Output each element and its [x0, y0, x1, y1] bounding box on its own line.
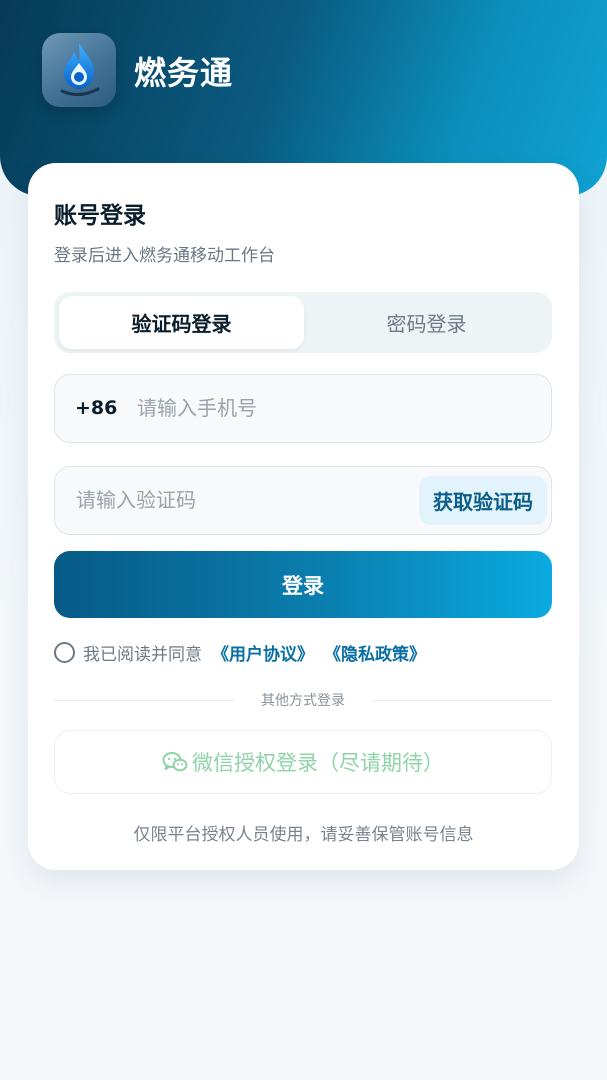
get-code-button[interactable]: 获取验证码 — [419, 476, 547, 525]
verification-code-input[interactable] — [76, 467, 396, 533]
user-agreement-link[interactable]: 《用户协议》 — [212, 640, 314, 665]
login-mode-tabs: 验证码登录 密码登录 — [54, 292, 552, 353]
phone-field: +86 — [54, 374, 552, 443]
card-subtitle: 登录后进入燃务通移动工作台 — [54, 246, 275, 266]
wechat-login-button[interactable]: 微信授权登录（尽请期待） — [54, 730, 552, 794]
agreement-row: 我已阅读并同意 《用户协议》 《隐私政策》 — [54, 640, 436, 665]
wechat-icon — [162, 752, 188, 772]
wechat-login-label: 微信授权登录（尽请期待） — [192, 751, 444, 775]
tab-sms-code-login[interactable]: 验证码登录 — [59, 296, 304, 349]
divider-left — [54, 700, 234, 701]
country-code-prefix: +86 — [75, 397, 118, 419]
other-methods-label: 其他方式登录 — [261, 693, 345, 709]
login-button[interactable]: 登录 — [54, 551, 552, 618]
tab-password-login[interactable]: 密码登录 — [304, 296, 549, 349]
gas-flame-logo-icon — [42, 33, 116, 107]
code-field: 获取验证码 — [54, 466, 552, 535]
phone-input[interactable] — [137, 375, 527, 441]
agreement-checkbox[interactable] — [54, 641, 75, 663]
card-title: 账号登录 — [54, 203, 146, 229]
privacy-policy-link[interactable]: 《隐私政策》 — [324, 640, 426, 665]
login-page: 燃务通 账号登录 登录后进入燃务通移动工作台 验证码登录 密码登录 +86 获取… — [0, 0, 607, 1080]
agreement-text: 我已阅读并同意 — [83, 644, 202, 665]
login-card: 账号登录 登录后进入燃务通移动工作台 验证码登录 密码登录 +86 获取验证码 … — [28, 163, 579, 870]
divider-right — [372, 700, 552, 701]
footer-note: 仅限平台授权人员使用，请妥善保管账号信息 — [133, 825, 474, 845]
app-title: 燃务通 — [134, 54, 234, 92]
